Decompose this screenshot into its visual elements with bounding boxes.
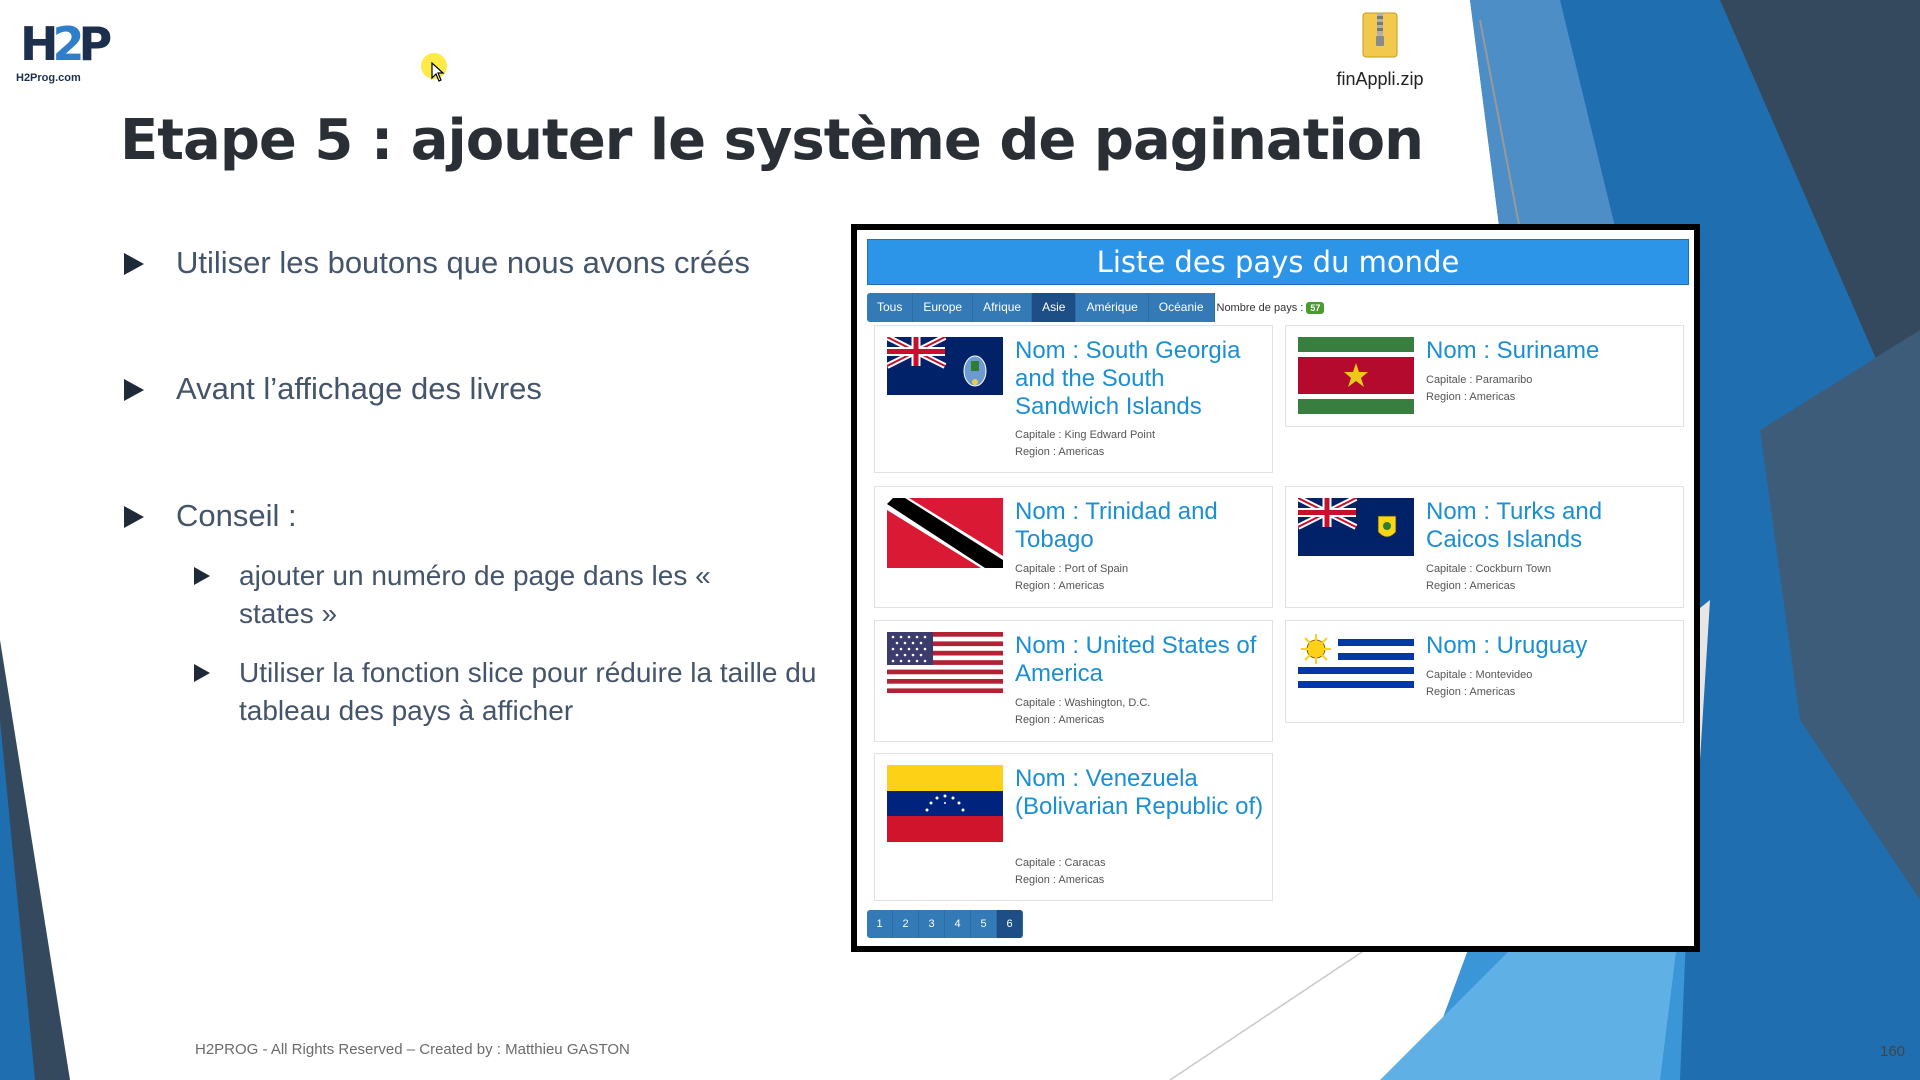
logo-mark: H2P — [20, 17, 112, 71]
sub-bullet-arrow-icon — [194, 567, 210, 585]
country-card[interactable]: Nom : Uruguay Capitale : Montevideo Regi… — [1285, 620, 1684, 723]
country-name: Nom : Trinidad and Tobago — [1015, 498, 1218, 553]
page-button-1[interactable]: 1 — [867, 910, 893, 938]
country-capital: Capitale : King Edward Point — [1015, 429, 1156, 441]
country-card[interactable]: Nom : Venezuela (Bolivarian Republic of)… — [874, 753, 1273, 901]
country-count-label: Nombre de pays : — [1216, 301, 1304, 314]
filter-europe-button[interactable]: Europe — [913, 293, 974, 322]
country-card[interactable]: Nom : United States of America Capitale … — [874, 620, 1273, 742]
country-name: Nom : South Georgia and the South Sandwi… — [1015, 337, 1241, 420]
app-title: Liste des pays du monde — [867, 239, 1689, 285]
sub-bullet-arrow-icon — [194, 664, 210, 682]
bullet-text: Avant l’affichage des livres — [176, 371, 542, 406]
page-button-2[interactable]: 2 — [893, 910, 919, 938]
pagination: 1 2 3 4 5 6 — [867, 910, 1023, 938]
slide-title: Etape 5 : ajouter le système de paginati… — [120, 108, 1424, 173]
country-capital: Capitale : Montevideo — [1426, 669, 1533, 681]
country-card[interactable]: Nom : Turks and Caicos Islands Capitale … — [1285, 486, 1684, 608]
country-name: Nom : United States of America — [1015, 632, 1257, 687]
country-name: Nom : Turks and Caicos Islands — [1426, 498, 1603, 553]
page-button-5[interactable]: 5 — [971, 910, 997, 938]
sub-bullet-text: Utiliser la fonction slice pour réduire … — [239, 657, 817, 726]
country-count-badge: 57 — [1306, 301, 1325, 314]
filter-asie-button[interactable]: Asie — [1032, 293, 1077, 322]
filter-afrique-button[interactable]: Afrique — [973, 293, 1033, 322]
country-region: Region : Americas — [1426, 580, 1516, 592]
country-name: Nom : Suriname — [1426, 337, 1600, 364]
sub-bullet-text: ajouter un numéro de page dans les « sta… — [239, 560, 711, 629]
zip-folder-icon — [1362, 12, 1398, 58]
country-name: Nom : Venezuela (Bolivarian Republic of) — [1015, 765, 1264, 820]
country-region: Region : Americas — [1426, 391, 1516, 403]
app-screenshot: Liste des pays du monde Tous Europe Afri… — [851, 224, 1700, 952]
turks-caicos-flag-icon — [1298, 498, 1414, 556]
south-georgia-flag-icon — [887, 337, 1003, 395]
country-region: Region : Americas — [1015, 446, 1105, 458]
country-region: Region : Americas — [1426, 686, 1516, 698]
region-filter-group: Tous Europe Afrique Asie Amérique Océani… — [867, 293, 1325, 322]
zip-file-label: finAppli.zip — [1336, 69, 1424, 89]
filter-amerique-button[interactable]: Amérique — [1076, 293, 1149, 322]
usa-flag-icon — [887, 632, 1003, 693]
trinidad-flag-icon — [887, 498, 1003, 568]
page-button-4[interactable]: 4 — [945, 910, 971, 938]
zip-file-icon-item[interactable]: finAppli.zip — [1325, 12, 1435, 90]
mouse-cursor-icon — [431, 62, 445, 82]
slide-footer: H2PROG - All Rights Reserved – Created b… — [195, 1041, 630, 1058]
bullet-arrow-icon — [124, 379, 144, 401]
filter-tous-button[interactable]: Tous — [867, 293, 914, 322]
country-region: Region : Americas — [1015, 580, 1105, 592]
bullet-arrow-icon — [124, 253, 144, 275]
bullet-text: Conseil : — [176, 498, 297, 533]
filter-oceanie-button[interactable]: Océanie — [1148, 293, 1215, 322]
bullet-text: Utiliser les boutons que nous avons créé… — [176, 245, 750, 280]
country-capital: Capitale : Paramaribo — [1426, 374, 1533, 386]
h2prog-logo: H2P H2Prog.com — [16, 18, 112, 88]
country-capital: Capitale : Cockburn Town — [1426, 563, 1552, 575]
bullet-arrow-icon — [124, 506, 144, 528]
uruguay-flag-icon — [1298, 632, 1414, 695]
page-button-6[interactable]: 6 — [997, 910, 1023, 938]
country-name: Nom : Uruguay — [1426, 632, 1588, 659]
page-button-3[interactable]: 3 — [919, 910, 945, 938]
slide-page-number: 160 — [1880, 1043, 1906, 1060]
country-card[interactable]: Nom : Suriname Capitale : Paramaribo Reg… — [1285, 325, 1684, 427]
country-capital: Capitale : Port of Spain — [1015, 563, 1129, 575]
country-card[interactable]: Nom : South Georgia and the South Sandwi… — [874, 325, 1273, 473]
venezuela-flag-icon — [887, 765, 1003, 842]
country-region: Region : Americas — [1015, 714, 1105, 726]
country-region: Region : Americas — [1015, 874, 1105, 886]
suriname-flag-icon — [1298, 337, 1414, 414]
country-capital: Capitale : Washington, D.C. — [1015, 697, 1151, 709]
country-capital: Capitale : Caracas — [1015, 857, 1106, 869]
country-card[interactable]: Nom : Trinidad and Tobago Capitale : Por… — [874, 486, 1273, 608]
logo-text: H2Prog.com — [16, 72, 81, 84]
